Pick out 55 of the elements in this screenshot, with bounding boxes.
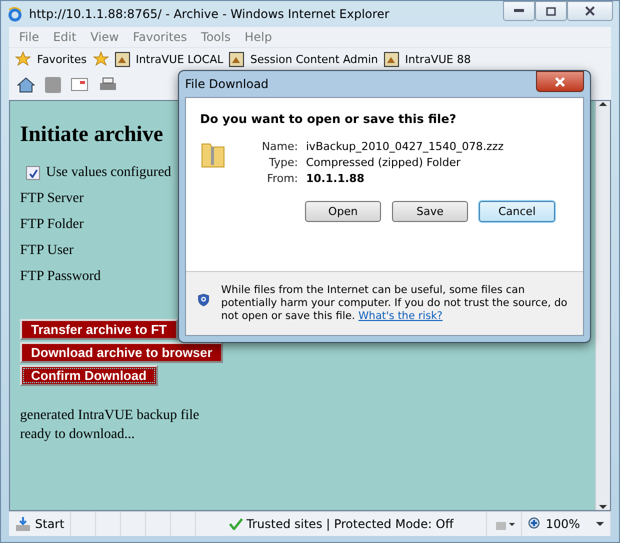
dialog-button[interactable]: Save [392, 201, 468, 222]
detail-value: Compressed (zipped) Folder [306, 156, 462, 169]
scrollbar[interactable] [595, 101, 610, 510]
field-label: FTP Server [20, 191, 84, 207]
detail-value: ivBackup_2010_0427_1540_078.zzz [306, 140, 504, 153]
browser-logo-icon [7, 6, 23, 22]
security-warning: While files from the Internet can be useful, some files can potentially harm your computer. If you do not trust the source, do not open or save this file. What's the risk? [221, 284, 568, 323]
favorite-link[interactable]: Session Content Admin [250, 52, 378, 66]
close-icon[interactable] [567, 1, 613, 21]
risk-link[interactable]: What's the risk? [358, 310, 443, 322]
favorite-link[interactable]: IntraVUE 88 [405, 52, 471, 66]
status-message: generated IntraVUE backup file ready to download... [20, 407, 200, 444]
field-label: FTP User [20, 243, 74, 259]
mail-icon[interactable] [71, 78, 89, 92]
zoom-icon[interactable] [528, 517, 542, 531]
check-icon [228, 518, 243, 530]
menu-item[interactable]: Favorites [126, 30, 196, 44]
menu-item[interactable]: Edit [47, 30, 84, 44]
minimize-icon[interactable] [503, 1, 535, 21]
checkbox-label: Use values configured [46, 165, 172, 181]
menu-item[interactable]: Tools [195, 30, 239, 44]
detail-label: Name: [260, 140, 298, 153]
field-label: FTP Folder [20, 217, 84, 233]
action-button[interactable]: Transfer archive to FT [20, 319, 178, 340]
home-icon[interactable] [17, 77, 35, 93]
security-zone: Trusted sites | Protected Mode: Off [246, 517, 454, 531]
page-icon[interactable] [229, 52, 244, 66]
add-favorite-icon[interactable] [92, 51, 109, 67]
page-icon[interactable] [384, 52, 400, 66]
dialog-question: Do you want to open or save this file? [200, 112, 458, 126]
field-label: FTP Password [20, 269, 101, 285]
checkbox[interactable] [26, 166, 40, 180]
favorite-link[interactable]: IntraVUE LOCAL [136, 52, 224, 66]
printer-icon[interactable] [99, 77, 117, 93]
menu-item[interactable]: Help [238, 30, 280, 44]
download-icon [15, 516, 31, 532]
page-heading: Initiate archive [20, 121, 164, 147]
page-icon[interactable] [114, 52, 130, 66]
zoom-level[interactable]: 100% [546, 517, 580, 531]
action-button[interactable]: Download archive to browser [20, 342, 224, 363]
favorites-button[interactable]: Favorites [37, 52, 87, 66]
dialog-title: File Download [185, 77, 269, 91]
window-title: http://10.1.1.88:8765/ - Archive - Windows Internet Explorer [29, 7, 390, 21]
dialog-button[interactable]: Cancel [479, 201, 555, 222]
action-button[interactable]: Confirm Download [20, 365, 158, 386]
detail-label: From: [266, 172, 298, 185]
favorites-star-icon[interactable] [15, 51, 31, 67]
maximize-icon[interactable] [535, 1, 567, 21]
close-icon[interactable] [536, 71, 584, 92]
detail-label: Type: [268, 156, 298, 169]
detail-value: 10.1.1.88 [306, 172, 366, 185]
menu-item[interactable]: View [84, 30, 127, 44]
dialog-button[interactable]: Open [305, 201, 381, 222]
menu-item[interactable]: File [13, 30, 48, 44]
status-text: Start [35, 517, 64, 531]
